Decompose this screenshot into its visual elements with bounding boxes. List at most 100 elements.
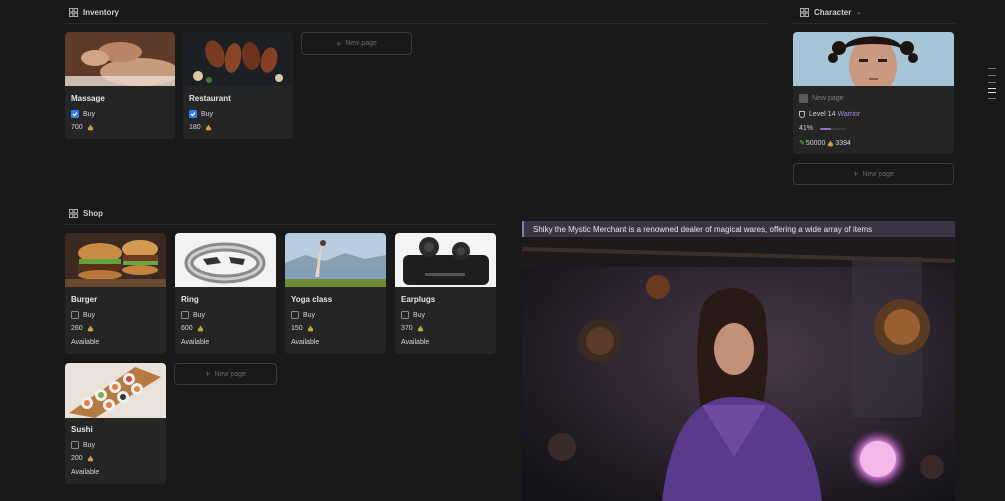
card-title: Earplugs bbox=[401, 295, 436, 304]
scroll-indicator-line-active[interactable] bbox=[988, 88, 996, 89]
merchant-caption: Shiky the Mystic Merchant is a renowned … bbox=[533, 224, 873, 234]
buy-row: Buy bbox=[189, 110, 213, 118]
price-value: 180 bbox=[189, 124, 201, 131]
gallery-view-icon bbox=[800, 7, 809, 17]
burger-image bbox=[65, 233, 166, 287]
character-new-page-button[interactable]: + New page bbox=[793, 163, 954, 185]
money-bag-icon bbox=[417, 325, 423, 332]
plus-icon: + bbox=[853, 169, 859, 179]
stat-a: 50000 bbox=[805, 139, 826, 147]
scroll-indicator-line[interactable] bbox=[988, 68, 996, 69]
merchant-illustration bbox=[522, 237, 955, 501]
money-bag-icon bbox=[197, 325, 203, 332]
check-icon bbox=[72, 112, 78, 117]
buy-row: Buy bbox=[291, 311, 315, 319]
inventory-new-page-button[interactable]: + New page bbox=[301, 32, 412, 55]
massage-image bbox=[65, 32, 175, 86]
shop-divider bbox=[64, 224, 496, 225]
card-title: Sushi bbox=[71, 425, 93, 434]
buy-checkbox[interactable] bbox=[71, 441, 79, 449]
character-divider bbox=[793, 23, 955, 24]
scroll-indicator-line-active[interactable] bbox=[988, 92, 996, 93]
card-title: Yoga class bbox=[291, 295, 333, 304]
character-title: Character bbox=[814, 7, 852, 17]
level-row: Level 14 Warrior bbox=[799, 111, 860, 118]
chevron-down-icon[interactable]: ⌄ bbox=[856, 9, 861, 16]
buy-label: Buy bbox=[83, 110, 96, 118]
stat-b: 3394 bbox=[835, 139, 851, 147]
buy-checkbox[interactable] bbox=[181, 311, 189, 319]
card-title: Massage bbox=[71, 94, 105, 103]
buy-checkbox[interactable] bbox=[291, 311, 299, 319]
shop-header[interactable]: Shop bbox=[69, 206, 103, 220]
status-row: Available bbox=[71, 469, 99, 476]
shop-card-earplugs[interactable]: Earplugs Buy 370 Available bbox=[395, 233, 496, 354]
money-bag-icon bbox=[307, 325, 313, 332]
status-text: Available bbox=[401, 339, 430, 346]
sushi-image bbox=[65, 363, 166, 418]
yoga-class-image bbox=[285, 233, 386, 287]
buy-label: Buy bbox=[83, 441, 96, 449]
plus-icon: + bbox=[336, 38, 342, 49]
buy-label: Buy bbox=[413, 311, 426, 319]
buy-checkbox[interactable] bbox=[71, 110, 79, 118]
price-row: 600 bbox=[181, 325, 204, 332]
shop-card-sushi[interactable]: Sushi Buy 200 Available bbox=[65, 363, 166, 484]
price-row: 180 bbox=[189, 124, 212, 131]
character-header[interactable]: Character ⌄ bbox=[800, 5, 861, 19]
stats-row: ✎ 50000 3394 bbox=[799, 139, 851, 148]
price-value: 700 bbox=[71, 124, 83, 131]
buy-row: Buy bbox=[71, 110, 95, 118]
class-text: Warrior bbox=[837, 111, 861, 118]
restaurant-image bbox=[183, 32, 293, 86]
inventory-title: Inventory bbox=[83, 7, 120, 17]
status-text: Available bbox=[291, 339, 320, 346]
page-icon bbox=[799, 94, 808, 103]
shop-title: Shop bbox=[83, 208, 103, 218]
inventory-header[interactable]: Inventory bbox=[69, 5, 119, 19]
character-portrait bbox=[793, 32, 954, 86]
shop-new-page-button[interactable]: + New page bbox=[174, 363, 277, 385]
buy-row: Buy bbox=[71, 441, 95, 449]
shop-card-burger[interactable]: Burger Buy 260 Available bbox=[65, 233, 166, 354]
price-row: 260 bbox=[71, 325, 94, 332]
status-row: Available bbox=[401, 339, 429, 346]
price-value: 370 bbox=[401, 325, 413, 332]
buy-label: Buy bbox=[201, 110, 214, 118]
scroll-indicator-line[interactable] bbox=[988, 75, 996, 76]
new-page-row-label: New page bbox=[812, 95, 844, 102]
status-row: Available bbox=[291, 339, 319, 346]
price-row: 150 bbox=[291, 325, 314, 332]
progress-row: 41% bbox=[799, 125, 847, 132]
sword-icon: ✎ bbox=[799, 140, 805, 147]
status-text: Available bbox=[71, 469, 100, 476]
price-value: 260 bbox=[71, 325, 83, 332]
shop-card-ring[interactable]: Ring Buy 600 Available bbox=[175, 233, 276, 354]
inventory-card-massage[interactable]: Massage Buy 700 bbox=[65, 32, 175, 139]
price-row: 370 bbox=[401, 325, 424, 332]
new-page-label: New page bbox=[345, 40, 377, 47]
merchant-callout: Shiky the Mystic Merchant is a renowned … bbox=[522, 221, 955, 237]
card-title: Restaurant bbox=[189, 94, 231, 103]
new-page-label: New page bbox=[214, 370, 246, 378]
buy-checkbox[interactable] bbox=[401, 311, 409, 319]
scroll-indicator-line[interactable] bbox=[988, 98, 996, 99]
price-value: 200 bbox=[71, 455, 83, 462]
scroll-indicator-line[interactable] bbox=[988, 82, 996, 83]
money-bag-icon bbox=[87, 325, 93, 332]
shop-card-yoga-class[interactable]: Yoga class Buy 150 Available bbox=[285, 233, 386, 354]
price-row: 700 bbox=[71, 124, 94, 131]
inventory-card-restaurant[interactable]: Restaurant Buy 180 bbox=[183, 32, 293, 139]
plus-icon: + bbox=[205, 369, 211, 379]
price-row: 200 bbox=[71, 455, 94, 462]
new-page-row[interactable]: New page bbox=[799, 94, 844, 103]
buy-checkbox[interactable] bbox=[71, 311, 79, 319]
buy-checkbox[interactable] bbox=[189, 110, 197, 118]
price-value: 600 bbox=[181, 325, 193, 332]
buy-row: Buy bbox=[71, 311, 95, 319]
earplugs-image bbox=[395, 233, 496, 287]
character-card[interactable]: New page Level 14 Warrior 41% ✎ 50000 33… bbox=[793, 32, 954, 154]
check-icon bbox=[190, 112, 196, 117]
money-bag-icon bbox=[205, 124, 211, 131]
gallery-view-icon bbox=[69, 7, 78, 17]
